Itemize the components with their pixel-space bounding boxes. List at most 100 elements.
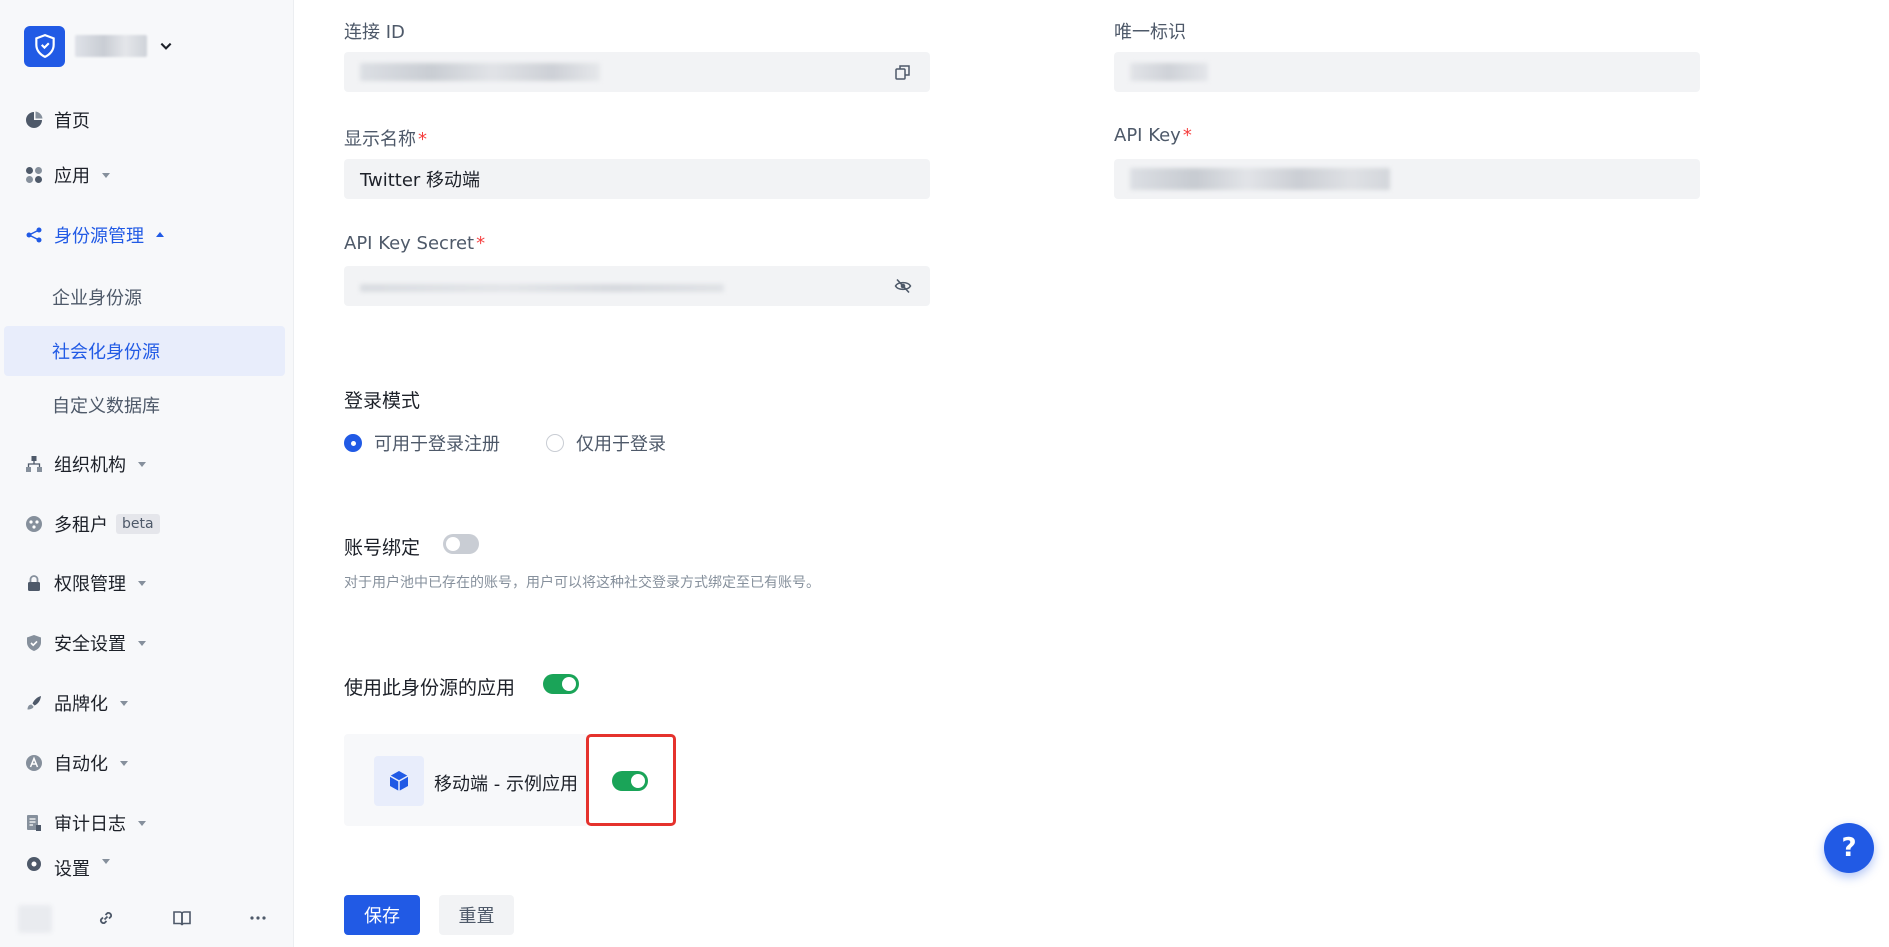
caret-up-icon	[156, 232, 164, 237]
unique-id-label: 唯一标识	[1114, 22, 1186, 43]
nav-item-security[interactable]: 安全设置	[0, 619, 294, 667]
api-key-redacted	[1130, 168, 1390, 190]
beta-badge: beta	[116, 514, 160, 534]
toggle-knob	[562, 677, 576, 691]
api-secret-label: API Key Secret *	[344, 233, 485, 254]
radio-button-checked[interactable]	[344, 434, 362, 452]
nav-item-apps[interactable]: 应用	[0, 151, 294, 199]
tenant-switcher[interactable]	[24, 25, 173, 67]
sub-item-enterprise[interactable]: 企业身份源	[4, 272, 285, 322]
brush-icon	[25, 694, 43, 712]
nav-label: 品牌化	[54, 694, 108, 715]
automation-a-icon	[25, 754, 43, 772]
nav-label: 首页	[54, 111, 90, 132]
apps-section-toggle[interactable]	[543, 674, 579, 694]
help-question-icon: ?	[1841, 833, 1857, 863]
login-mode-title: 登录模式	[344, 390, 421, 412]
radio-login-only[interactable]: 仅用于登录	[546, 430, 666, 456]
radio-login-register[interactable]: 可用于登录注册	[344, 430, 500, 456]
reset-button[interactable]: 重置	[439, 895, 514, 935]
display-name-input[interactable]: Twitter 移动端	[344, 159, 930, 199]
nav-item-permissions[interactable]: 权限管理	[0, 559, 294, 607]
caret-down-icon	[138, 581, 146, 586]
nav-item-audit-log[interactable]: 审计日志	[0, 799, 294, 847]
connection-id-redacted	[360, 63, 600, 81]
cube-app-icon	[374, 756, 424, 806]
link-icon[interactable]	[93, 905, 119, 931]
api-secret-input[interactable]	[344, 266, 930, 306]
nav-item-home[interactable]: 首页	[0, 96, 294, 144]
account-binding-hint: 对于用户池中已存在的账号，用户可以将这种社交登录方式绑定至已有账号。	[344, 575, 820, 591]
sub-item-custom-db[interactable]: 自定义数据库	[4, 380, 285, 430]
nav-label: 组织机构	[54, 455, 126, 476]
nav-label: 应用	[54, 166, 90, 187]
sub-item-label: 社会化身份源	[52, 342, 160, 363]
caret-down-icon	[138, 821, 146, 826]
display-name-label: 显示名称 *	[344, 125, 427, 151]
account-binding-title: 账号绑定	[344, 537, 421, 559]
nav-item-org[interactable]: 组织机构	[0, 440, 294, 488]
eye-off-icon[interactable]	[894, 277, 912, 295]
api-secret-label-text: API Key Secret	[344, 233, 475, 254]
caret-down-icon	[120, 701, 128, 706]
nav-item-identity-sources[interactable]: 身份源管理	[0, 211, 294, 259]
radio-label: 仅用于登录	[576, 434, 666, 455]
nav-label: 权限管理	[54, 574, 126, 595]
caret-down-icon	[138, 641, 146, 646]
apps-section-title: 使用此身份源的应用	[344, 677, 516, 699]
apps-grid-icon	[25, 166, 43, 184]
radio-button-unchecked[interactable]	[546, 434, 564, 452]
save-button[interactable]: 保存	[344, 895, 420, 935]
app-name: 移动端 - 示例应用	[434, 774, 578, 795]
toggle-knob	[446, 537, 460, 551]
display-name-label-text: 显示名称	[344, 129, 416, 150]
nav-label: 身份源管理	[54, 226, 144, 247]
share-nodes-icon	[25, 226, 43, 244]
brand-shield-logo-icon	[24, 25, 65, 67]
audit-log-icon	[25, 814, 43, 832]
chevron-down-icon	[160, 42, 172, 50]
lock-icon	[25, 574, 43, 592]
highlight-annotation	[586, 734, 676, 826]
main-content: 连接 ID 唯一标识 显示名称 * Twitter 移动端 API Key * AP…	[294, 0, 1889, 947]
api-key-label: API Key *	[1114, 125, 1192, 146]
nav-item-multi-tenant[interactable]: 多租户 beta	[0, 500, 294, 548]
caret-down-icon	[102, 859, 110, 864]
settings-icon	[25, 855, 43, 873]
nav-label: 多租户	[54, 515, 108, 536]
shield-check-icon	[25, 634, 43, 652]
nav-label: 自动化	[54, 754, 108, 775]
caret-down-icon	[138, 462, 146, 467]
tenant-name-redacted	[75, 35, 147, 57]
caret-down-icon	[120, 761, 128, 766]
help-button[interactable]: ?	[1824, 823, 1874, 873]
user-avatar-redacted[interactable]	[18, 905, 52, 933]
sidebar: 首页 应用 身份源管理 组织机构 多租户 beta 权限管理 安全设置 品牌化 …	[0, 0, 294, 947]
connection-id-label: 连接 ID	[344, 22, 405, 43]
nav-item-automation[interactable]: 自动化	[0, 739, 294, 787]
sub-item-label: 企业身份源	[52, 288, 142, 309]
sub-item-label: 自定义数据库	[52, 396, 160, 417]
copy-icon[interactable]	[894, 63, 912, 81]
unique-id-redacted	[1130, 63, 1208, 81]
api-key-label-text: API Key	[1114, 125, 1181, 146]
required-mark: *	[418, 129, 427, 150]
tenant-icon	[25, 515, 43, 533]
unique-id-field[interactable]	[1114, 52, 1700, 92]
nav-label: 审计日志	[54, 814, 126, 835]
required-mark: *	[1182, 125, 1192, 146]
nav-item-settings[interactable]: 设置	[0, 855, 294, 879]
account-binding-toggle[interactable]	[443, 534, 479, 554]
connection-id-field[interactable]	[344, 52, 930, 92]
book-icon[interactable]	[169, 905, 195, 931]
required-mark: *	[476, 233, 486, 254]
nav-label: 设置	[54, 859, 90, 879]
sub-item-social[interactable]: 社会化身份源	[4, 326, 285, 376]
pie-chart-icon	[25, 111, 43, 129]
more-dots-icon[interactable]	[245, 905, 271, 931]
nav-item-branding[interactable]: 品牌化	[0, 679, 294, 727]
sidebar-footer	[0, 887, 294, 947]
api-key-input[interactable]	[1114, 159, 1700, 199]
radio-label: 可用于登录注册	[374, 434, 500, 455]
org-tree-icon	[25, 455, 43, 473]
